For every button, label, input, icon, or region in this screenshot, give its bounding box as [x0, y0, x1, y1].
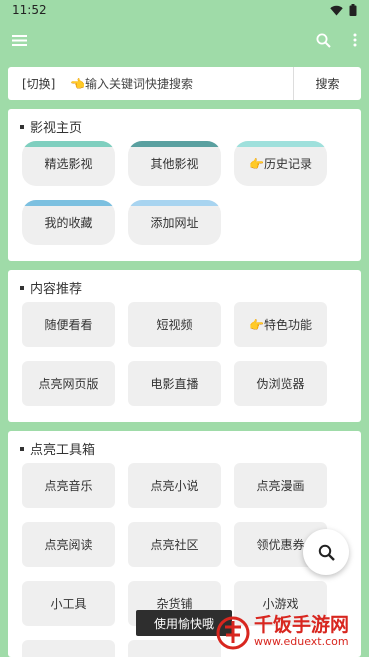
status-time: 11:52: [12, 3, 47, 17]
status-icons: [330, 4, 357, 16]
wifi-icon: [330, 5, 343, 15]
app-bar: [0, 20, 369, 60]
watermark: 千饭手游网 www.eduext.com: [212, 606, 369, 657]
bullet-icon: [20, 124, 24, 129]
floating-search-button[interactable]: [303, 529, 349, 575]
bullet-icon: [20, 285, 24, 290]
watermark-logo-icon: [216, 616, 250, 649]
status-bar: 11:52: [0, 0, 369, 20]
tile-tools[interactable]: 小工具: [22, 581, 115, 626]
section-title: 影视主页: [20, 117, 82, 136]
tile-reading[interactable]: 点亮阅读: [22, 522, 115, 567]
watermark-name: 千饭手游网: [254, 613, 350, 636]
tile-featured-films[interactable]: 精选影视: [22, 141, 115, 186]
tile-features[interactable]: 👉特色功能: [234, 302, 327, 347]
search-icon: [318, 544, 335, 561]
switch-button[interactable]: [切换]: [8, 67, 70, 100]
tile-accent: [128, 200, 221, 206]
tile-short-video[interactable]: 短视频: [128, 302, 221, 347]
tile-random[interactable]: 随便看看: [22, 302, 115, 347]
bullet-icon: [20, 446, 24, 451]
search-icon[interactable]: [316, 33, 331, 48]
tile-history[interactable]: 👉历史记录: [234, 141, 327, 186]
tile-accent: [22, 141, 115, 147]
section-card-recommend: 内容推荐 随便看看 短视频 👉特色功能 点亮网页版 电影直播 伪浏览器: [8, 270, 361, 422]
tile-accent: [22, 200, 115, 206]
battery-icon: [349, 4, 357, 16]
search-bar: [切换] 👈输入关键词快捷搜索 搜索: [8, 67, 361, 100]
search-button[interactable]: 搜索: [293, 67, 361, 100]
section-title: 内容推荐: [20, 278, 82, 297]
tile-music[interactable]: 点亮音乐: [22, 463, 115, 508]
tile-accent: [234, 141, 327, 147]
tile-accent: [128, 141, 221, 147]
tile-partial[interactable]: [22, 640, 115, 657]
tile-favorites[interactable]: 我的收藏: [22, 200, 115, 245]
tile-comic[interactable]: 点亮漫画: [234, 463, 327, 508]
tile-web-version[interactable]: 点亮网页版: [22, 361, 115, 406]
tile-community[interactable]: 点亮社区: [128, 522, 221, 567]
tile-movie-live[interactable]: 电影直播: [128, 361, 221, 406]
watermark-url: www.eduext.com: [254, 634, 349, 648]
section-title: 点亮工具箱: [20, 439, 95, 458]
tile-novel[interactable]: 点亮小说: [128, 463, 221, 508]
tile-partial[interactable]: [128, 640, 221, 657]
section-card-film-home: 影视主页 精选影视 其他影视 👉历史记录 我的收藏 添加网址: [8, 109, 361, 261]
menu-icon[interactable]: [12, 34, 28, 47]
search-input[interactable]: 👈输入关键词快捷搜索: [70, 67, 293, 100]
tile-other-films[interactable]: 其他影视: [128, 141, 221, 186]
tile-add-url[interactable]: 添加网址: [128, 200, 221, 245]
more-vert-icon[interactable]: [353, 33, 357, 47]
tile-pseudo-browser[interactable]: 伪浏览器: [234, 361, 327, 406]
